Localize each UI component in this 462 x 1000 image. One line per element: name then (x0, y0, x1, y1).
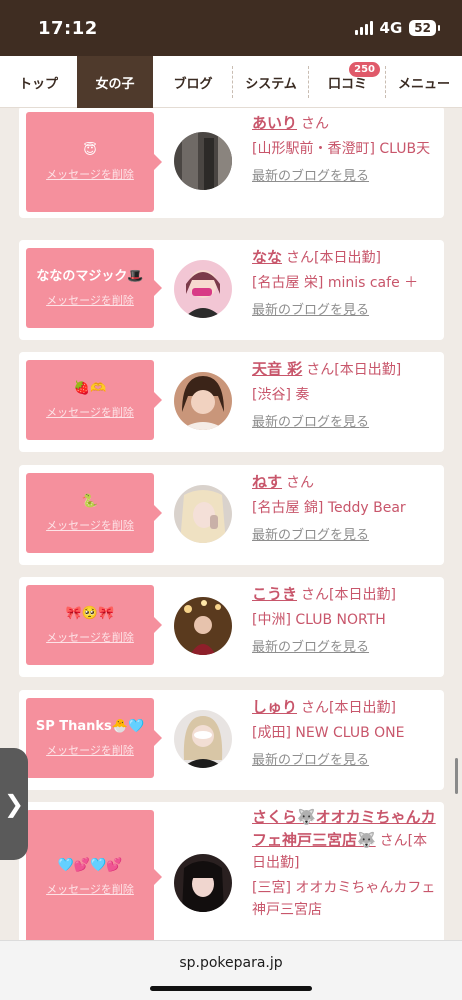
delete-message-link[interactable]: メッセージを削除 (46, 631, 134, 645)
message-bubble: 😇 メッセージを削除 (26, 112, 162, 212)
side-panel-toggle[interactable]: ❯ (0, 748, 28, 860)
status-indicators: 4G 52 (354, 19, 440, 37)
tab-label: ブログ (173, 76, 213, 92)
card-info: 天音 彩さん[本日出勤] [渋谷] 奏 最新のブログを見る (252, 358, 438, 432)
tab-reviews[interactable]: 口コミ 250 (309, 56, 386, 108)
latest-blog-link[interactable]: 最新のブログを見る (252, 752, 438, 770)
battery-icon: 52 (409, 20, 440, 36)
name-suffix: さん[本日出勤] (286, 250, 381, 266)
message-text: 🍓🫶 (73, 381, 107, 396)
shop-label: [成田] NEW CLUB ONE (252, 725, 405, 741)
status-time: 17:12 (38, 17, 98, 39)
tab-menu[interactable]: メニュー (386, 56, 462, 108)
card-info: しゅり さん[本日出勤] [成田] NEW CLUB ONE 最新のブログを見る (252, 696, 438, 770)
delete-message-link[interactable]: メッセージを削除 (46, 406, 134, 420)
message-bubble: ななのマジック🎩 メッセージを削除 (26, 248, 162, 328)
latest-blog-link[interactable]: 最新のブログを見る (252, 414, 438, 432)
card-info: なな さん[本日出勤] [名古屋 栄] minis cafe ＋ 最新のブログを見… (252, 246, 438, 320)
card-info: こうき さん[本日出勤] [中洲] CLUB NORTH 最新のブログを見る (252, 583, 438, 657)
message-text: 😇 (83, 143, 97, 158)
message-text: 🐍 (81, 494, 99, 509)
girl-name-link[interactable]: なな (252, 248, 282, 266)
message-card: 🍓🫶 メッセージを削除 天音 彩さん[本日出勤] [渋谷] 奏 最新のブログを見… (19, 352, 444, 452)
message-card: SP Thanks🐣🩵 メッセージを削除 しゅり さん[本日出勤] [成田] NE… (19, 690, 444, 790)
name-suffix: さん[本日出勤] (306, 362, 402, 378)
latest-blog-link[interactable]: 最新のブログを見る (252, 527, 438, 545)
message-bubble: 🐍 メッセージを削除 (26, 473, 162, 553)
delete-message-link[interactable]: メッセージを削除 (46, 883, 134, 897)
shop-label: [山形駅前・香澄町] CLUB天 (252, 141, 431, 157)
message-card: ななのマジック🎩 メッセージを削除 なな さん[本日出勤] [名古屋 栄] min… (19, 240, 444, 340)
network-label: 4G (379, 19, 403, 37)
latest-blog-link[interactable]: 最新のブログを見る (252, 168, 438, 186)
message-bubble: SP Thanks🐣🩵 メッセージを削除 (26, 698, 162, 778)
message-text: 🩵💕🩵💕 (57, 858, 123, 873)
girl-name-link[interactable]: あいり (252, 114, 297, 132)
girl-name-link[interactable]: こうき (252, 585, 297, 603)
avatar[interactable] (174, 854, 232, 912)
girl-name-link[interactable]: ねす (252, 473, 282, 491)
name-suffix: さん (286, 475, 315, 491)
url-text: sp.pokepara.jp (179, 955, 283, 971)
browser-address-bar[interactable]: sp.pokepara.jp (0, 940, 462, 1000)
tab-girls[interactable]: 女の子 (77, 56, 153, 108)
message-text: 🎀🥺🎀 (65, 606, 115, 621)
message-card: 😇 メッセージを削除 あいり さん [山形駅前・香澄町] CLUB天 最新のブログ… (19, 108, 444, 218)
message-text: ななのマジック🎩 (36, 269, 144, 284)
card-info: ねす さん [名古屋 錦] Teddy Bear 最新のブログを見る (252, 471, 438, 545)
shop-label: [中洲] CLUB NORTH (252, 612, 386, 628)
latest-blog-link[interactable]: 最新のブログを見る (252, 302, 438, 320)
message-bubble: 🍓🫶 メッセージを削除 (26, 360, 162, 440)
latest-blog-link[interactable]: 最新のブログを見る (252, 639, 438, 657)
avatar[interactable] (174, 372, 232, 430)
avatar[interactable] (174, 260, 232, 318)
delete-message-link[interactable]: メッセージを削除 (46, 519, 134, 533)
message-card: 🐍 メッセージを削除 ねす さん [名古屋 錦] Teddy Bear 最新のブロ… (19, 465, 444, 565)
review-count-badge: 250 (349, 62, 380, 77)
shop-label: [名古屋 栄] minis cafe ＋ (252, 275, 419, 291)
tab-blog[interactable]: ブログ (153, 56, 233, 108)
tab-top[interactable]: トップ (0, 56, 77, 108)
shop-label: [渋谷] 奏 (252, 387, 310, 403)
tab-label: メニュー (397, 76, 450, 92)
girl-name-link[interactable]: 天音 彩 (252, 360, 302, 378)
delete-message-link[interactable]: メッセージを削除 (46, 168, 134, 182)
tab-label: トップ (18, 76, 58, 92)
shop-label: [名古屋 錦] Teddy Bear (252, 500, 406, 516)
name-suffix: さん[本日出勤] (301, 587, 396, 603)
name-suffix: さん[本日出勤] (301, 700, 396, 716)
tab-system[interactable]: システム (233, 56, 309, 108)
shop-label: [三宮] オオカミちゃんカフェ神戸三宮店 (252, 880, 436, 918)
status-bar: 17:12 4G 52 (0, 0, 462, 56)
message-card: 🩵💕🩵💕 メッセージを削除 さくら🐺オオカミちゃんカフェ神戸三宮店🐺 さん[本日出… (19, 802, 444, 940)
avatar[interactable] (174, 132, 232, 190)
tab-label: 女の子 (95, 76, 135, 92)
message-bubble: 🎀🥺🎀 メッセージを削除 (26, 585, 162, 665)
tab-label: システム (245, 76, 297, 92)
avatar[interactable] (174, 597, 232, 655)
delete-message-link[interactable]: メッセージを削除 (46, 294, 134, 308)
message-card: 🎀🥺🎀 メッセージを削除 こうき さん[本日出勤] [中洲] CLUB NORTH… (19, 577, 444, 677)
avatar[interactable] (174, 710, 232, 768)
avatar[interactable] (174, 485, 232, 543)
card-info: さくら🐺オオカミちゃんカフェ神戸三宮店🐺 さん[本日出勤] [三宮] オオカミちゃ… (252, 806, 438, 921)
girl-name-link[interactable]: しゅり (252, 698, 297, 716)
message-bubble: 🩵💕🩵💕 メッセージを削除 (26, 810, 162, 940)
nav-bar: トップ 女の子 ブログ システム 口コミ 250 メニュー (0, 56, 462, 108)
card-info: あいり さん [山形駅前・香澄町] CLUB天 最新のブログを見る (252, 112, 438, 186)
chevron-right-icon: ❯ (3, 790, 25, 818)
delete-message-link[interactable]: メッセージを削除 (46, 744, 134, 758)
name-suffix: さん (301, 116, 330, 132)
signal-icon (354, 21, 373, 35)
scrollbar[interactable] (455, 758, 458, 794)
message-text: SP Thanks🐣🩵 (35, 719, 145, 734)
message-list: 😇 メッセージを削除 あいり さん [山形駅前・香澄町] CLUB天 最新のブログ… (0, 108, 462, 940)
home-indicator (150, 986, 312, 991)
